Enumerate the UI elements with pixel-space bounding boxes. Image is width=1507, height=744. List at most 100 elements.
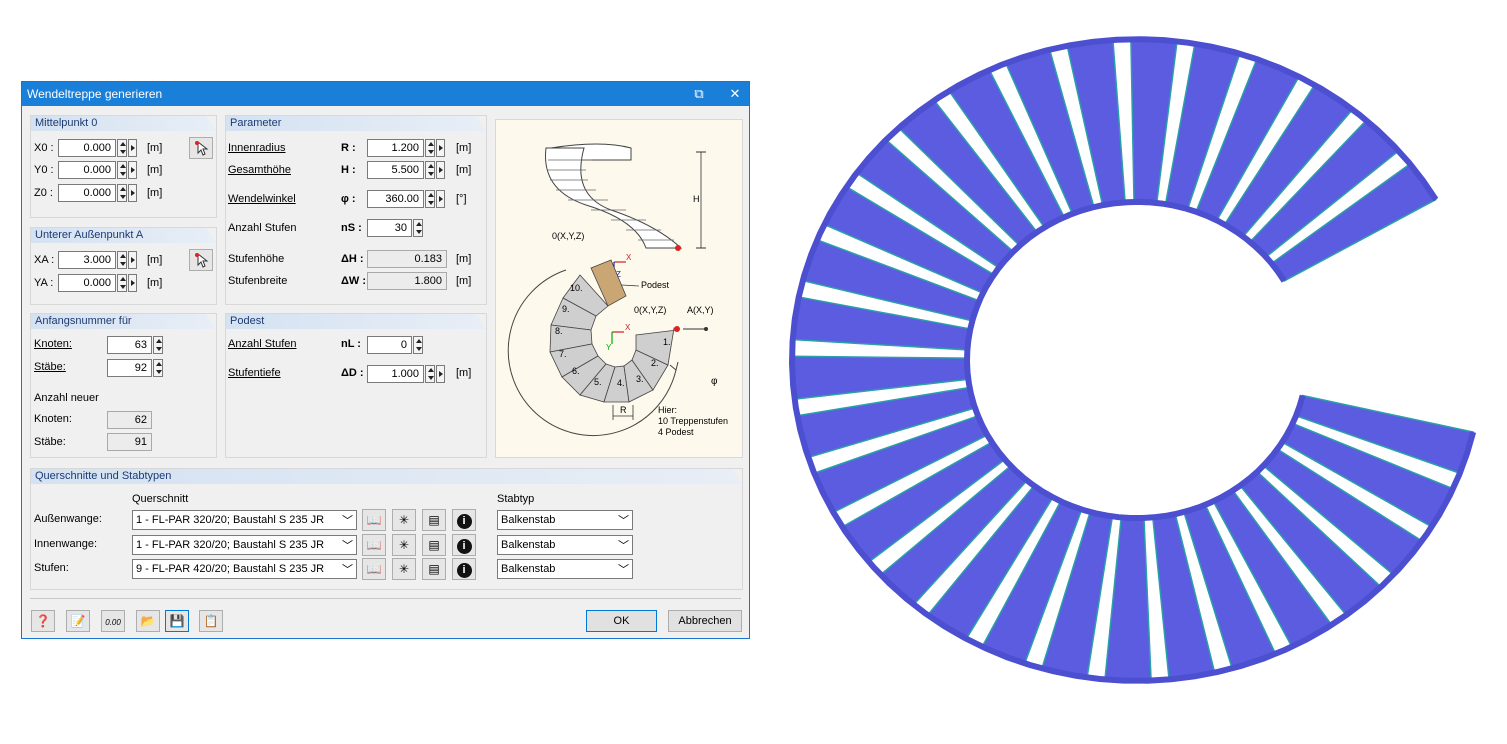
y0-label: Y0 : <box>34 164 54 176</box>
group-mittelpunkt-header: Mittelpunkt 0 <box>31 116 216 131</box>
x0-arrow-button[interactable] <box>128 139 137 157</box>
aussenwange-library-button[interactable]: 📖 <box>362 509 386 531</box>
innenradius-spinner[interactable] <box>425 139 435 157</box>
innenwange-library-button[interactable]: 📖 <box>362 534 386 556</box>
stufenbreite-symbol: ΔW : <box>341 275 367 287</box>
staebe-input[interactable]: 92 <box>107 359 152 377</box>
axis-y-label: Y <box>606 343 612 352</box>
step-label-5: 5. <box>594 377 602 387</box>
aussenwange-new-button[interactable]: ✳ <box>392 509 416 531</box>
podest-stufen-spinner[interactable] <box>413 336 423 354</box>
x0-input[interactable]: 0.000 <box>58 139 116 157</box>
xa-spinner[interactable] <box>117 251 127 269</box>
gesamthoehe-arrow-button[interactable] <box>436 161 445 179</box>
new-section-icon: ✳ <box>398 562 410 576</box>
gesamthoehe-spinner[interactable] <box>425 161 435 179</box>
units-button[interactable]: 0.00 <box>101 610 125 632</box>
new-staebe-value: 91 <box>107 433 152 451</box>
stufenhoehe-value: 0.183 <box>367 250 447 268</box>
anzahl-neuer-label: Anzahl neuer <box>34 392 99 404</box>
xa-input[interactable]: 3.000 <box>58 251 116 269</box>
axis-x2-label: X <box>625 323 631 332</box>
pick-pointer-icon <box>195 140 209 156</box>
cancel-button[interactable]: Abbrechen <box>668 610 742 632</box>
notes-button[interactable]: 📝 <box>66 610 90 632</box>
innenwange-info-button[interactable]: i <box>452 534 476 556</box>
z0-arrow-button[interactable] <box>128 184 137 202</box>
stufentiefe-arrow-button[interactable] <box>436 365 445 383</box>
gesamthoehe-symbol: H : <box>341 164 356 176</box>
chevron-down-icon: ﹀ <box>618 515 629 527</box>
pick-point-a-button[interactable] <box>189 249 213 271</box>
stufentiefe-input[interactable]: 1.000 <box>367 365 424 383</box>
wendelwinkel-arrow-button[interactable] <box>436 190 445 208</box>
innenradius-arrow-button[interactable] <box>436 139 445 157</box>
save-button[interactable]: 💾 <box>165 610 189 632</box>
restore-icon[interactable]: ⧉ <box>690 85 708 103</box>
knoten-spinner[interactable] <box>153 336 163 354</box>
stufen-new-button[interactable]: ✳ <box>392 558 416 580</box>
z0-spinner[interactable] <box>117 184 127 202</box>
chevron-down-icon: ﹀ <box>342 540 353 552</box>
aussenwange-stabtyp-select[interactable]: Balkenstab ﹀ <box>497 510 633 530</box>
stufen-stabtyp-select[interactable]: Balkenstab ﹀ <box>497 559 633 579</box>
ok-button[interactable]: OK <box>586 610 657 632</box>
y0-arrow-button[interactable] <box>128 161 137 179</box>
group-podest-header: Podest <box>226 314 486 329</box>
innenwange-new-button[interactable]: ✳ <box>392 534 416 556</box>
anzahl-stufen-spinner[interactable] <box>413 219 423 237</box>
x0-spinner[interactable] <box>117 139 127 157</box>
group-anfangsnummer: Anfangsnummer für Knoten: 63 Stäbe: 92 A… <box>30 313 217 458</box>
xa-arrow-button[interactable] <box>128 251 137 269</box>
export-icon: 📋 <box>203 614 219 628</box>
export-button[interactable]: 📋 <box>199 610 223 632</box>
innenradius-input[interactable]: 1.200 <box>367 139 424 157</box>
note-line-3: 4 Podest <box>658 427 694 437</box>
stufen-edit-button[interactable]: ▤ <box>422 558 446 580</box>
x0-label: X0 : <box>34 142 54 154</box>
help-button[interactable]: ❓ <box>31 610 55 632</box>
stufen-section-select[interactable]: 9 - FL-PAR 420/20; Baustahl S 235 JR ﹀ <box>132 559 357 579</box>
notepad-icon: 📝 <box>70 614 86 628</box>
angle-phi-label: φ <box>711 376 718 387</box>
stufen-info-button[interactable]: i <box>452 558 476 580</box>
innenwange-edit-button[interactable]: ▤ <box>422 534 446 556</box>
ya-input[interactable]: 0.000 <box>58 274 116 292</box>
close-icon[interactable]: ✕ <box>726 85 744 103</box>
edit-section-icon: ▤ <box>428 513 440 527</box>
gesamthoehe-unit: [m] <box>456 164 472 176</box>
pick-center-button[interactable] <box>189 137 213 159</box>
ya-unit: [m] <box>147 277 163 289</box>
gesamthoehe-input[interactable]: 5.500 <box>367 161 424 179</box>
note-line-2: 10 Treppenstufen <box>658 416 728 426</box>
innenwange-stabtyp-select[interactable]: Balkenstab ﹀ <box>497 535 633 555</box>
ya-arrow-button[interactable] <box>128 274 137 292</box>
origin-center-label: 0(X,Y,Z) <box>634 305 666 315</box>
wendelwinkel-input[interactable]: 360.00 <box>367 190 424 208</box>
stufenbreite-unit: [m] <box>456 275 472 287</box>
dialog-title: Wendeltreppe generieren <box>27 87 163 101</box>
aussenwange-section-select[interactable]: 1 - FL-PAR 320/20; Baustahl S 235 JR ﹀ <box>132 510 357 530</box>
chevron-down-icon: ﹀ <box>342 564 353 576</box>
innenwange-section-select[interactable]: 1 - FL-PAR 320/20; Baustahl S 235 JR ﹀ <box>132 535 357 555</box>
stufentiefe-spinner[interactable] <box>425 365 435 383</box>
anzahl-stufen-input[interactable]: 30 <box>367 219 412 237</box>
innenwange-label: Innenwange: <box>34 538 97 550</box>
folder-icon: 📂 <box>140 614 156 628</box>
open-button[interactable]: 📂 <box>136 610 160 632</box>
podest-stufen-label: Anzahl Stufen <box>228 338 297 350</box>
podest-stufen-input[interactable]: 0 <box>367 336 412 354</box>
staebe-spinner[interactable] <box>153 359 163 377</box>
wendelwinkel-spinner[interactable] <box>425 190 435 208</box>
y0-spinner[interactable] <box>117 161 127 179</box>
book-icon: 📖 <box>366 562 382 576</box>
aussenwange-edit-button[interactable]: ▤ <box>422 509 446 531</box>
ya-spinner[interactable] <box>117 274 127 292</box>
y0-input[interactable]: 0.000 <box>58 161 116 179</box>
stufenhoehe-unit: [m] <box>456 253 472 265</box>
book-icon: 📖 <box>366 538 382 552</box>
aussenwange-info-button[interactable]: i <box>452 509 476 531</box>
z0-input[interactable]: 0.000 <box>58 184 116 202</box>
knoten-input[interactable]: 63 <box>107 336 152 354</box>
stufen-library-button[interactable]: 📖 <box>362 558 386 580</box>
